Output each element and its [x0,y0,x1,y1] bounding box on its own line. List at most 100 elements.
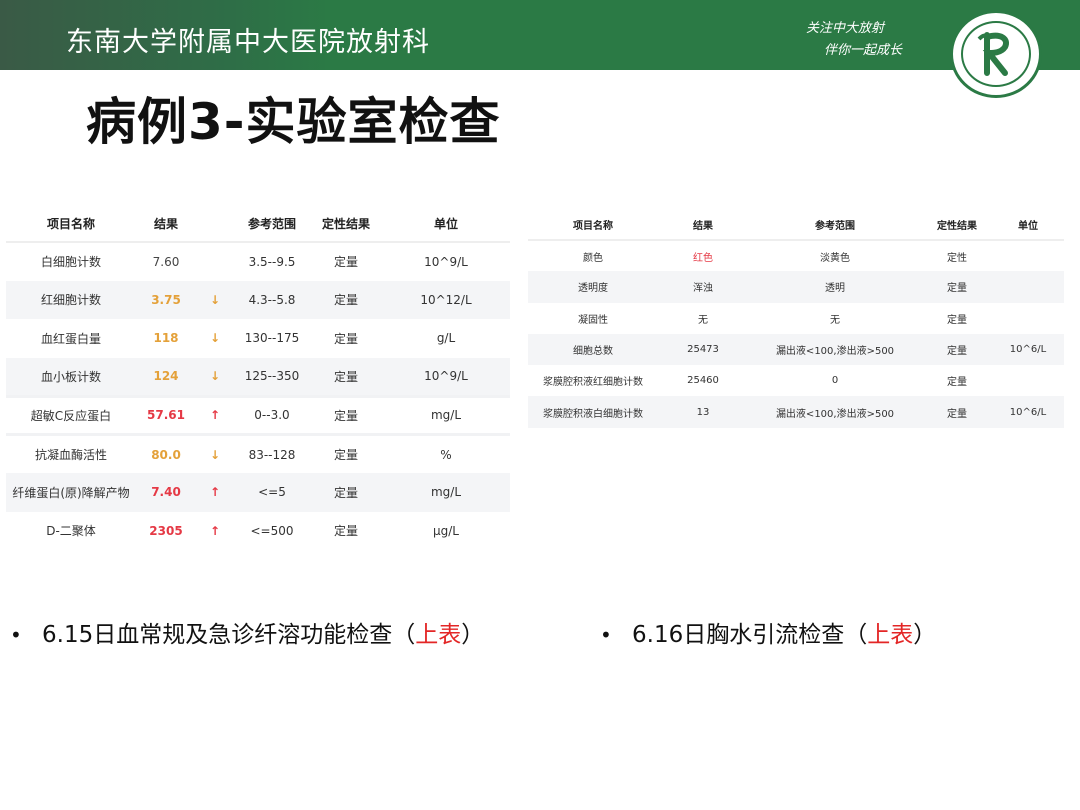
item-unit: 10^9/L [382,242,510,281]
item-range: 无 [830,314,840,326]
item-range: 125--350 [234,357,310,396]
item-result: 浑浊 [658,271,748,303]
logo-letter-r-icon [977,32,1009,76]
col-header-name: 项目名称 [528,210,658,241]
bullet-end: ） [913,622,937,648]
item-name: 凝固性 [578,314,608,326]
item-range: 0 [831,375,839,387]
table-row: 血小板计数 124 ↓ 125--350 定量 10^9/L [6,357,510,396]
item-result: 25473 [658,333,748,366]
item-result: 118 [136,319,196,358]
table-row: 浆膜腔积液红细胞计数 25460 0 定量 [528,365,1064,396]
col-header-result: 结果 [658,210,748,241]
bullet-end: ） [461,622,485,648]
table-row: 白细胞计数 7.60 3.5--9.5 定量 10^9/L [6,242,510,281]
down-arrow-icon: ↓ [196,280,234,319]
item-name: 超敏C反应蛋白 [6,394,136,435]
table-row: 超敏C反应蛋白 57.61 ↑ 0--3.0 定量 mg/L [6,394,510,435]
item-qual: 定量 [310,394,382,435]
item-name: 颜色 [583,252,603,264]
item-flag [196,242,234,281]
table-row: 红细胞计数 3.75 ↓ 4.3--5.8 定量 10^12/L [6,280,510,319]
slogan: 关注中大放射 伴你一起成长 [806,18,902,62]
pleural-fluid-table: 项目名称 结果 参考范围 定性结果 单位 颜色 红色 淡黄色 定性 透明度 浑浊… [528,210,1064,428]
item-range: 3.5--9.5 [234,242,310,281]
col-header-name: 项目名称 [6,206,136,243]
header-banner: 东南大学附属中大医院放射科 关注中大放射 伴你一起成长 [0,0,1080,70]
item-unit: mg/L [382,394,510,435]
item-qual: 定量 [310,473,382,512]
table-row: D-二聚体 2305 ↑ <=500 定量 μg/L [6,511,510,550]
table-row: 血红蛋白量 118 ↓ 130--175 定量 g/L [6,319,510,358]
item-name: 纤维蛋白(原)降解产物 [6,473,136,512]
col-header-range: 参考范围 [234,206,310,243]
blood-test-table: 项目名称 结果 参考范围 定性结果 单位 白细胞计数 7.60 3.5--9.5… [6,206,510,550]
item-name: 白细胞计数 [6,242,136,281]
item-qual: 定量 [947,377,967,389]
table-header-row: 项目名称 结果 参考范围 定性结果 单位 [528,210,1064,241]
item-unit: g/L [382,319,510,358]
page-title: 病例3-实验室检查 [86,93,501,151]
table-row: 浆膜腔积液白细胞计数 13 漏出液<100,渗出液>500 定量 10^6/L [528,396,1064,428]
item-name: 红细胞计数 [6,280,136,319]
bullet-text: 6.16日胸水引流检查（ [632,622,868,648]
item-qual: 定量 [310,511,382,550]
item-unit [992,365,1064,396]
hospital-name: 东南大学附属中大医院放射科 [66,27,430,58]
bullet-pleural-fluid: • 6.16日胸水引流检查（上表） [600,615,936,649]
item-qual: 定量 [310,280,382,319]
col-header-range: 参考范围 [748,210,922,241]
bullet-text: 6.15日血常规及急诊纤溶功能检查（ [42,622,416,648]
item-result: 2305 [136,511,196,550]
item-range: 83--128 [234,433,310,473]
item-range: 0--3.0 [234,394,310,435]
item-name: D-二聚体 [6,511,136,550]
hospital-logo-icon [950,10,1042,98]
item-range: 漏出液<100,渗出液>500 [748,396,922,428]
up-arrow-icon: ↑ [196,394,234,435]
item-range: <=500 [234,511,310,550]
item-name: 血小板计数 [6,357,136,396]
item-result: 80.0 [136,433,196,473]
item-name: 抗凝血酶活性 [6,433,136,473]
col-header-unit: 单位 [992,210,1064,241]
slogan-line-2: 伴你一起成长 [824,43,903,58]
item-result: 13 [658,396,748,428]
item-result: 红色 [693,252,713,264]
item-result: 57.61 [136,394,196,435]
item-name: 浆膜腔积液白细胞计数 [528,396,658,428]
item-result: 124 [136,357,196,396]
item-qual: 定量 [310,319,382,358]
item-unit: 10^6/L [992,333,1064,366]
item-unit [992,303,1064,334]
item-range: 130--175 [234,319,310,358]
item-range: 漏出液<100,渗出液>500 [748,333,922,366]
item-unit: % [382,433,510,473]
item-qual: 定量 [922,271,992,303]
item-unit: 10^6/L [992,396,1064,428]
down-arrow-icon: ↓ [196,357,234,396]
item-name: 浆膜腔积液红细胞计数 [543,377,643,389]
table-row: 纤维蛋白(原)降解产物 7.40 ↑ <=5 定量 mg/L [6,473,510,512]
item-qual: 定量 [310,433,382,473]
col-header-qual: 定性结果 [922,210,992,241]
item-qual: 定量 [922,396,992,428]
item-range: 4.3--5.8 [234,280,310,319]
col-header-unit: 单位 [382,206,510,243]
item-unit: mg/L [382,473,510,512]
item-unit: μg/L [382,511,510,550]
table-row: 颜色 红色 淡黄色 定性 [528,240,1064,271]
bullet-highlight: 上表 [867,622,914,648]
table-row: 细胞总数 25473 漏出液<100,渗出液>500 定量 10^6/L [528,333,1064,366]
col-header-result: 结果 [136,206,196,243]
bullet-dot-icon: • [10,623,22,647]
down-arrow-icon: ↓ [196,319,234,358]
up-arrow-icon: ↑ [196,473,234,512]
item-result: 7.40 [136,473,196,512]
item-unit [992,271,1064,303]
table-row: 透明度 浑浊 透明 定量 [528,271,1064,303]
item-result: 无 [698,314,708,326]
item-result: 7.60 [136,242,196,281]
item-range: <=5 [234,473,310,512]
bullet-dot-icon: • [600,623,612,647]
